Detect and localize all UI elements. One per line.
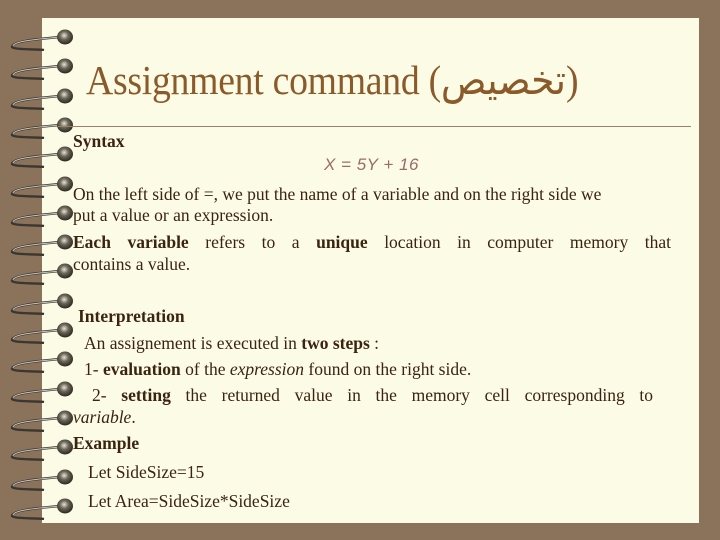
step1-mid: of the [180, 359, 230, 379]
spiral-binding [0, 0, 80, 540]
spiral-ring-icon [10, 176, 73, 198]
syntax-heading: Syntax [73, 131, 125, 151]
text-refers: refers to a [188, 232, 317, 252]
step1-number: 1- [84, 359, 103, 379]
spiral-ring-icon [10, 263, 73, 286]
spiral-ring-icon [10, 234, 73, 257]
spiral-ring-icon [10, 205, 73, 227]
interpretation-step1: 1- evaluation of the expression found on… [84, 358, 471, 380]
bold-unique: unique [316, 232, 368, 252]
interp-line1-suffix: : [369, 333, 380, 353]
spiral-ring-icon [10, 88, 73, 110]
spiral-ring-icon [10, 322, 73, 344]
title-divider [58, 126, 691, 127]
italic-variable: variable [73, 407, 132, 427]
spiral-ring-icon [10, 410, 73, 432]
spiral-ring-icon [10, 381, 73, 403]
spiral-ring-icon [10, 58, 73, 81]
syntax-formula: X = 5Y + 16 [324, 155, 419, 174]
slide-title: Assignment command (تخصيص) [86, 57, 579, 103]
spiral-ring-icon [10, 469, 73, 491]
interpretation-step2: 2- setting the returned value in the mem… [92, 384, 653, 406]
bold-evaluation: evaluation [102, 359, 181, 379]
example-heading: Example [73, 433, 140, 453]
syntax-para2-line1: Each variable refers to a unique locatio… [73, 231, 671, 253]
text-location: location in computer memory that [367, 232, 671, 252]
interpretation-step2-line2: variable. [73, 406, 136, 428]
spiral-ring-icon [10, 117, 73, 139]
spiral-ring-icon [10, 146, 73, 169]
period: . [131, 407, 136, 427]
syntax-para1-line1: On the left side of =, we put the name o… [73, 184, 602, 204]
spiral-ring-icon [10, 293, 73, 315]
italic-expression: expression [229, 359, 305, 379]
example-line-1: Let SideSize=15 [88, 462, 205, 482]
step2-rest: the returned value in the memory cell co… [170, 385, 654, 405]
interpretation-line1: An assignement is executed in two steps … [84, 332, 379, 354]
spiral-ring-icon [10, 351, 73, 374]
bold-two-steps: two steps [301, 333, 370, 353]
step2-number: 2- [92, 385, 122, 405]
step1-suffix: found on the right side. [304, 359, 472, 379]
bold-each-variable: Each variable [73, 232, 189, 252]
spiral-ring-icon [10, 439, 73, 462]
spiral-ring-icon [10, 29, 73, 51]
example-line-2: Let Area=SideSize*SideSize [88, 491, 290, 511]
syntax-para1-line2: put a value or an expression. [73, 205, 274, 225]
bold-setting: setting [121, 385, 171, 405]
interpretation-heading: Interpretation [78, 306, 185, 326]
interp-line1-prefix: An assignement is executed in [84, 333, 302, 353]
spiral-ring-icon [10, 498, 73, 520]
syntax-para2-line2: contains a value. [73, 254, 191, 274]
